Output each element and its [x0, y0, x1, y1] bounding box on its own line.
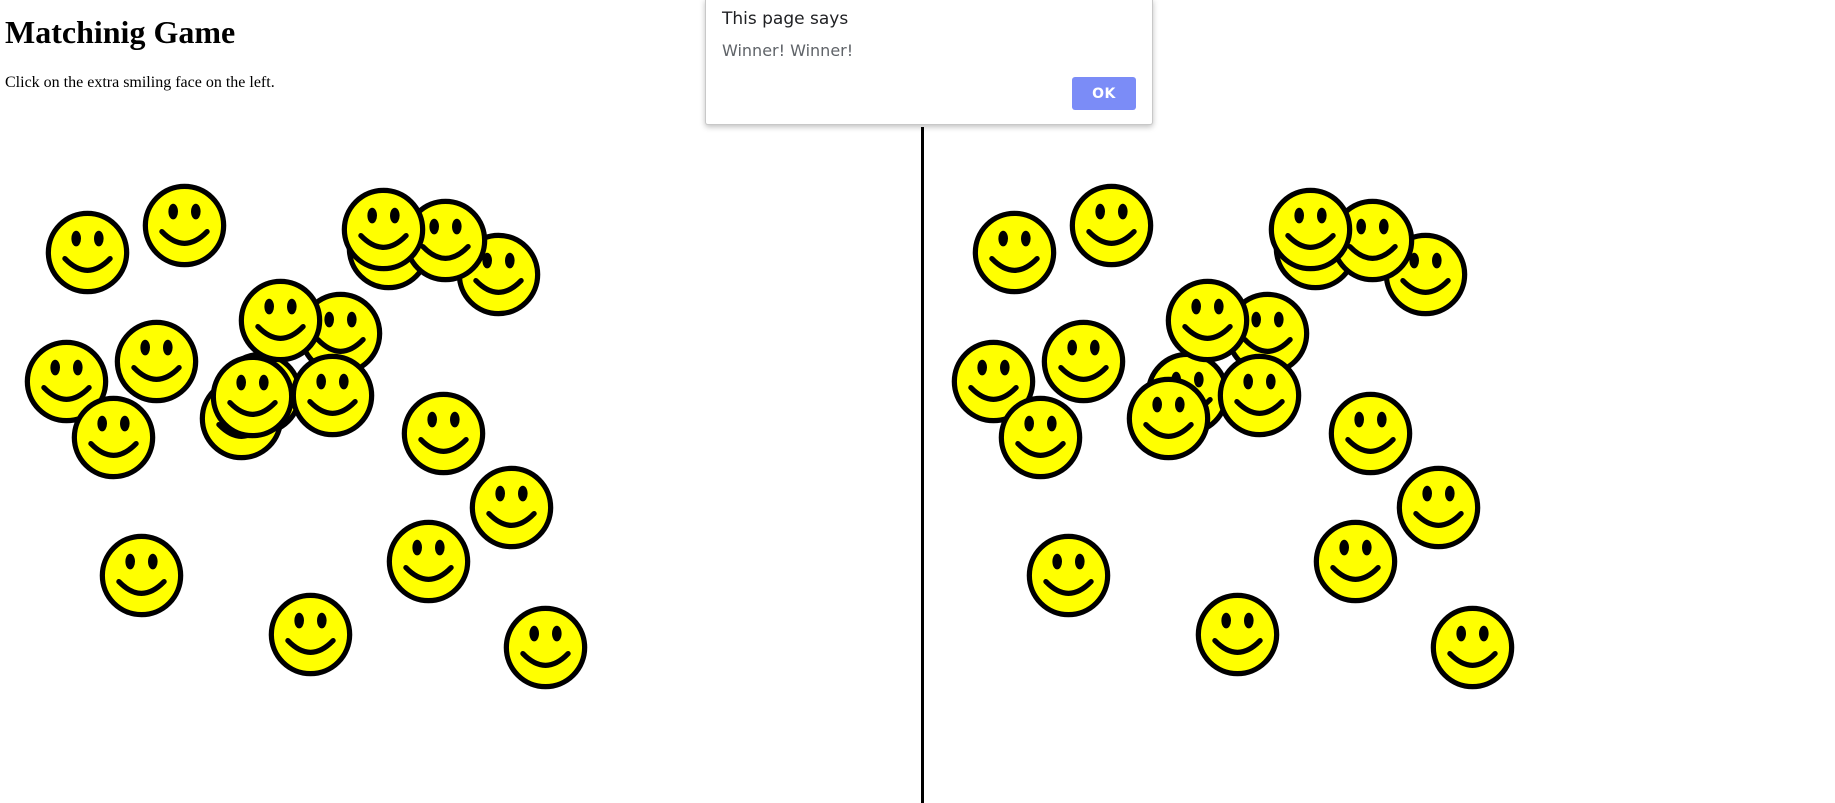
smiley-face-icon[interactable] [1429, 604, 1516, 691]
smiley-face-icon[interactable] [1312, 518, 1399, 605]
alert-title: This page says [722, 9, 849, 29]
page-title: Matchinig Game [5, 14, 236, 50]
smiley-face-icon[interactable] [44, 209, 131, 296]
smiley-face-icon[interactable] [340, 186, 427, 273]
smiley-face-icon[interactable] [1164, 277, 1251, 364]
alert-dialog: This page says Winner! Winner! OK [705, 0, 1153, 125]
left-board [0, 127, 920, 803]
smiley-face-icon[interactable] [237, 277, 324, 364]
smiley-face-icon[interactable] [70, 394, 157, 481]
smiley-face-icon[interactable] [98, 532, 185, 619]
instructions-text: Click on the extra smiling face on the l… [5, 74, 275, 91]
smiley-face-icon[interactable] [1216, 352, 1303, 439]
ok-button[interactable]: OK [1072, 77, 1136, 110]
smiley-face-icon[interactable] [1267, 186, 1354, 273]
smiley-face-icon[interactable] [502, 604, 589, 691]
smiley-face-icon[interactable] [971, 209, 1058, 296]
smiley-face-icon[interactable] [1125, 375, 1212, 462]
smiley-face-icon[interactable] [113, 318, 200, 405]
smiley-face-icon[interactable] [997, 394, 1084, 481]
right-board [921, 127, 1835, 803]
smiley-face-icon[interactable] [468, 464, 555, 551]
smiley-face-icon[interactable] [1040, 318, 1127, 405]
smiley-face-icon[interactable] [1068, 182, 1155, 269]
smiley-face-icon[interactable] [267, 591, 354, 678]
smiley-face-icon[interactable] [1395, 464, 1482, 551]
smiley-face-icon[interactable] [385, 518, 472, 605]
smiley-face-icon[interactable] [1194, 591, 1281, 678]
smiley-face-icon[interactable] [289, 352, 376, 439]
alert-message: Winner! Winner! [722, 41, 854, 60]
smiley-face-icon[interactable] [1025, 532, 1112, 619]
smiley-face-icon[interactable] [141, 182, 228, 269]
smiley-face-icon[interactable] [209, 353, 296, 440]
